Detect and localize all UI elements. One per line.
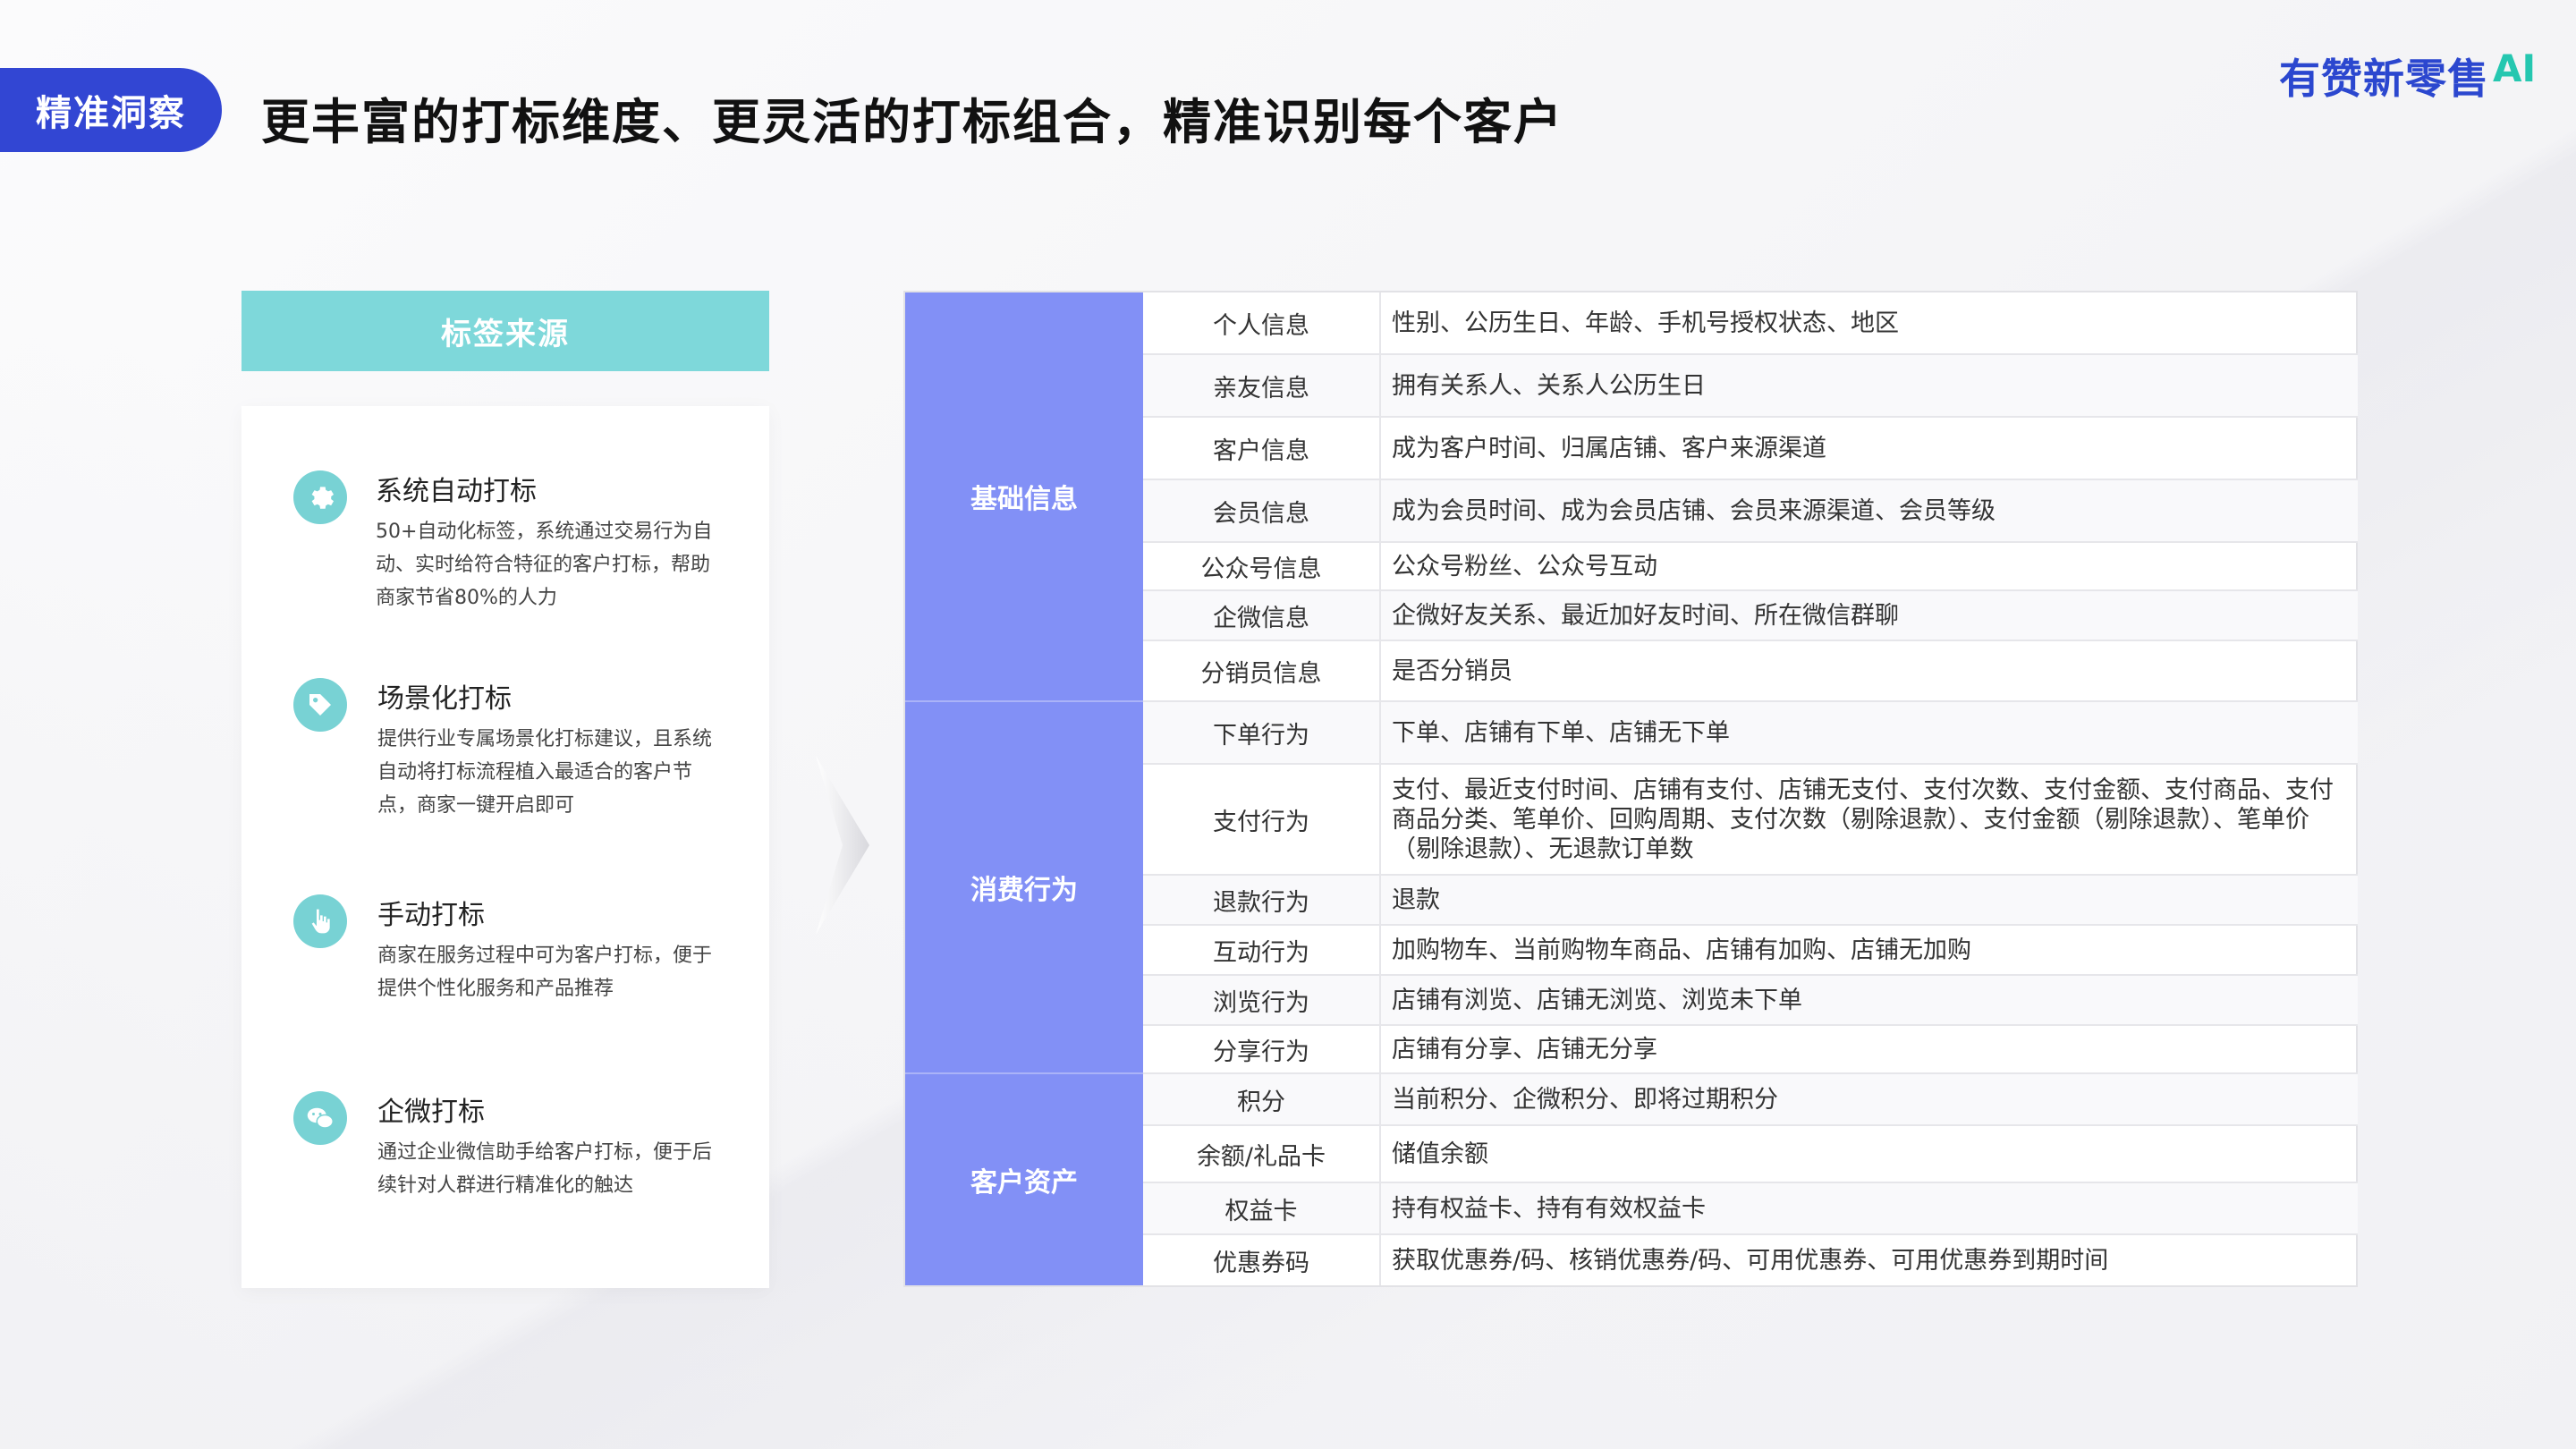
row-subcategory: 公众号信息 xyxy=(1143,543,1381,589)
row-value: 公众号粉丝、公众号互动 xyxy=(1392,552,1657,580)
hand-pointer-icon xyxy=(293,894,347,948)
source-desc: 商家在服务过程中可为客户打标，便于提供个性化服务和产品推荐 xyxy=(377,945,713,1000)
row-value: 成为会员时间、成为会员店铺、会员来源渠道、会员等级 xyxy=(1392,496,1996,525)
table-row: 优惠券码 获取优惠券/码、核销优惠券/码、可用优惠券、可用优惠券到期时间 xyxy=(1143,1235,2358,1285)
brand-logo: 有赞新零售 AI xyxy=(2279,47,2536,106)
row-value: 企微好友关系、最近加好友时间、所在微信群聊 xyxy=(1392,601,1899,630)
tag-source-card: 系统自动打标 50+自动化标签，系统通过交易行为自动、实时给符合特征的客户打标，… xyxy=(242,406,769,1288)
table-row: 分享行为 店铺有分享、店铺无分享 xyxy=(1143,1026,2358,1074)
row-subcategory: 分享行为 xyxy=(1143,1026,1381,1072)
table-row: 互动行为 加购物车、当前购物车商品、店铺有加购、店铺无加购 xyxy=(1143,926,2358,976)
category-consumption: 消费行为 xyxy=(905,702,1143,1074)
row-value: 退款 xyxy=(1392,886,1440,914)
source-title: 手动打标 xyxy=(377,900,485,931)
category-assets: 客户资产 xyxy=(905,1074,1143,1285)
tag-icon xyxy=(293,678,347,732)
row-subcategory: 浏览行为 xyxy=(1143,976,1381,1024)
row-value: 拥有关系人、关系人公历生日 xyxy=(1392,371,1706,400)
table-row: 会员信息 成为会员时间、成为会员店铺、会员来源渠道、会员等级 xyxy=(1143,480,2358,543)
table-row: 下单行为 下单、店铺有下单、店铺无下单 xyxy=(1143,702,2358,765)
row-subcategory: 企微信息 xyxy=(1143,591,1381,640)
row-value: 支付、最近支付时间、店铺有支付、店铺无支付、支付次数、支付金额、支付商品、支付商… xyxy=(1392,775,2334,863)
row-subcategory: 亲友信息 xyxy=(1143,355,1381,416)
category-basic: 基础信息 xyxy=(905,292,1143,702)
row-value: 下单、店铺有下单、店铺无下单 xyxy=(1392,718,1730,747)
row-subcategory: 分销员信息 xyxy=(1143,641,1381,700)
row-subcategory: 支付行为 xyxy=(1143,765,1381,874)
table-row: 公众号信息 公众号粉丝、公众号互动 xyxy=(1143,543,2358,591)
row-subcategory: 积分 xyxy=(1143,1074,1381,1124)
row-value: 获取优惠券/码、核销优惠券/码、可用优惠券、可用优惠券到期时间 xyxy=(1392,1246,2109,1275)
table-row: 浏览行为 店铺有浏览、店铺无浏览、浏览未下单 xyxy=(1143,976,2358,1026)
table-row: 余额/礼品卡 储值余额 xyxy=(1143,1126,2358,1183)
brand-text: 有赞新零售 xyxy=(2279,55,2489,103)
table-row: 分销员信息 是否分销员 xyxy=(1143,641,2358,702)
tag-dimension-table: 基础信息 消费行为 客户资产 个人信息 性别、公历生日、年龄、手机号授权状态、地… xyxy=(903,291,2358,1287)
row-subcategory: 退款行为 xyxy=(1143,876,1381,924)
table-row: 权益卡 持有权益卡、持有有效权益卡 xyxy=(1143,1183,2358,1235)
gear-icon xyxy=(293,470,347,524)
row-subcategory: 余额/礼品卡 xyxy=(1143,1126,1381,1182)
table-row: 客户信息 成为客户时间、归属店铺、客户来源渠道 xyxy=(1143,418,2358,480)
source-desc: 50+自动化标签，系统通过交易行为自动、实时给符合特征的客户打标，帮助商家节省8… xyxy=(376,521,713,609)
row-value: 当前积分、企微积分、即将过期积分 xyxy=(1392,1085,1778,1114)
row-value: 持有权益卡、持有有效权益卡 xyxy=(1392,1194,1706,1223)
source-title: 场景化打标 xyxy=(377,683,512,715)
table-row: 积分 当前积分、企微积分、即将过期积分 xyxy=(1143,1074,2358,1126)
row-subcategory: 客户信息 xyxy=(1143,418,1381,479)
wechat-icon xyxy=(293,1091,347,1145)
source-desc: 通过企业微信助手给客户打标，便于后续针对人群进行精准化的触达 xyxy=(377,1141,713,1197)
section-label: 精准洞察 xyxy=(0,68,222,152)
tag-source-header: 标签来源 xyxy=(242,291,769,371)
row-value: 店铺有分享、店铺无分享 xyxy=(1392,1035,1657,1063)
table-row: 企微信息 企微好友关系、最近加好友时间、所在微信群聊 xyxy=(1143,591,2358,641)
row-subcategory: 会员信息 xyxy=(1143,480,1381,541)
brand-ai: AI xyxy=(2493,47,2537,90)
table-row: 退款行为 退款 xyxy=(1143,876,2358,926)
table-row: 个人信息 性别、公历生日、年龄、手机号授权状态、地区 xyxy=(1143,292,2358,355)
source-title: 系统自动打标 xyxy=(376,476,537,507)
table-row: 支付行为 支付、最近支付时间、店铺有支付、店铺无支付、支付次数、支付金额、支付商… xyxy=(1143,765,2358,876)
row-subcategory: 个人信息 xyxy=(1143,292,1381,353)
page-title: 更丰富的打标维度、更灵活的打标组合，精准识别每个客户 xyxy=(261,94,1563,150)
row-value: 性别、公历生日、年龄、手机号授权状态、地区 xyxy=(1392,309,1899,337)
row-subcategory: 互动行为 xyxy=(1143,926,1381,974)
row-value: 储值余额 xyxy=(1392,1140,1488,1168)
row-subcategory: 下单行为 xyxy=(1143,702,1381,763)
row-value: 成为客户时间、归属店铺、客户来源渠道 xyxy=(1392,434,1826,462)
table-row: 亲友信息 拥有关系人、关系人公历生日 xyxy=(1143,355,2358,418)
chevron-right-icon xyxy=(816,756,869,935)
row-value: 店铺有浏览、店铺无浏览、浏览未下单 xyxy=(1392,986,1802,1014)
row-subcategory: 优惠券码 xyxy=(1143,1235,1381,1285)
source-desc: 提供行业专属场景化打标建议，且系统自动将打标流程植入最适合的客户节点，商家一键开… xyxy=(377,728,713,817)
source-title: 企微打标 xyxy=(377,1097,485,1128)
row-subcategory: 权益卡 xyxy=(1143,1183,1381,1233)
row-value: 加购物车、当前购物车商品、店铺有加购、店铺无加购 xyxy=(1392,936,1971,964)
row-value: 是否分销员 xyxy=(1392,657,1513,685)
